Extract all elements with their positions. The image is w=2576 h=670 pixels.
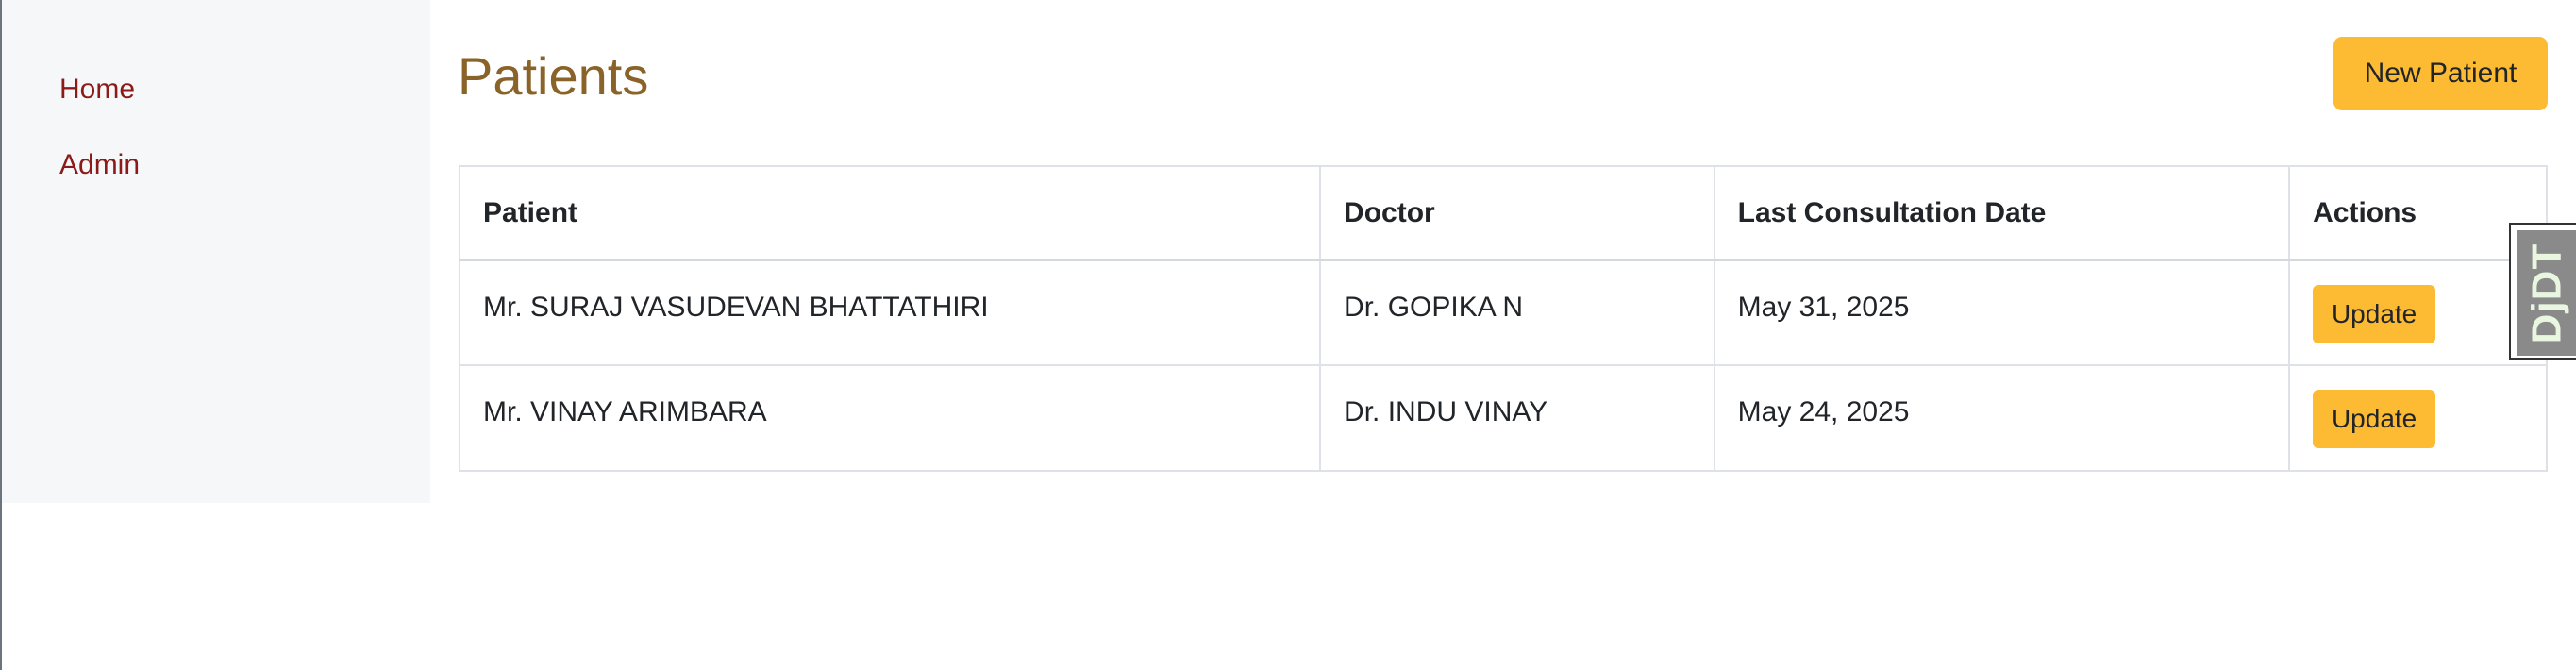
column-header-last-consultation-date: Last Consultation Date bbox=[1713, 165, 2291, 260]
sidebar-item-admin[interactable]: Admin bbox=[59, 149, 140, 181]
patient-name-cell: Mr. VINAY ARIMBARA bbox=[458, 364, 1322, 472]
table-row: Mr. VINAY ARIMBARA Dr. INDU VINAY May 24… bbox=[458, 364, 2548, 472]
doctor-name-cell: Dr. GOPIKA N bbox=[1319, 259, 1715, 366]
last-consultation-date-cell: May 31, 2025 bbox=[1713, 259, 2291, 366]
table-row: Mr. SURAJ VASUDEVAN BHATTATHIRI Dr. GOPI… bbox=[458, 259, 2548, 366]
patient-name-cell: Mr. SURAJ VASUDEVAN BHATTATHIRI bbox=[458, 259, 1322, 366]
table-header-row: Patient Doctor Last Consultation Date Ac… bbox=[458, 165, 2548, 260]
actions-cell: Update bbox=[2288, 364, 2548, 472]
last-consultation-date-cell: May 24, 2025 bbox=[1713, 364, 2291, 472]
debug-toolbar-handle-inner: DjDT bbox=[2517, 230, 2576, 356]
column-header-doctor: Doctor bbox=[1319, 165, 1715, 260]
debug-toolbar-label: DjDT bbox=[2523, 243, 2570, 343]
update-button[interactable]: Update bbox=[2313, 390, 2436, 448]
doctor-name-cell: Dr. INDU VINAY bbox=[1319, 364, 1715, 472]
page-title: Patients bbox=[458, 46, 649, 106]
update-button[interactable]: Update bbox=[2313, 284, 2436, 343]
column-header-patient: Patient bbox=[458, 165, 1322, 260]
debug-toolbar-handle[interactable]: DjDT bbox=[2509, 223, 2576, 360]
patients-table: Patient Doctor Last Consultation Date Ac… bbox=[458, 165, 2548, 472]
sidebar: Home Admin bbox=[2, 0, 430, 503]
new-patient-button[interactable]: New Patient bbox=[2333, 37, 2548, 110]
sidebar-item-home[interactable]: Home bbox=[59, 74, 135, 106]
